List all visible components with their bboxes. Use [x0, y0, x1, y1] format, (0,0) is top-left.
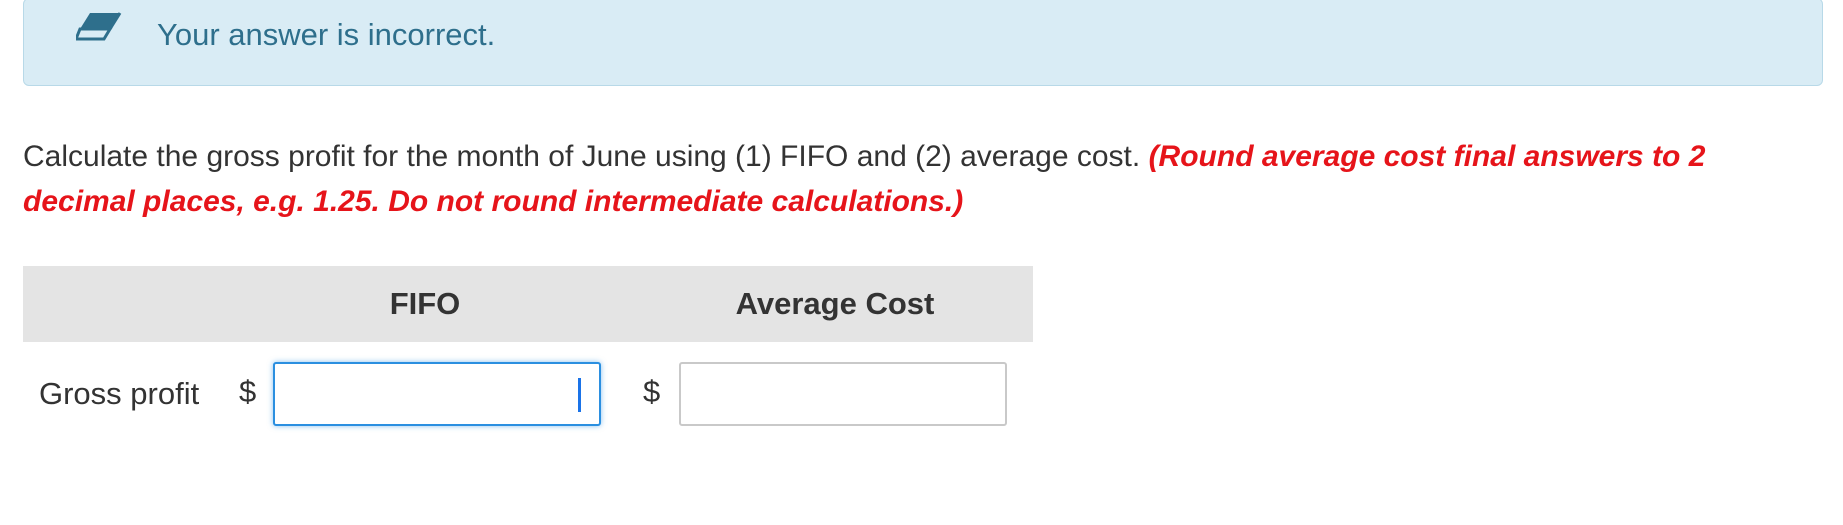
incorrect-answer-alert: Your answer is incorrect. [23, 0, 1823, 86]
gross-profit-average-cost-input[interactable] [679, 362, 1007, 426]
eraser-icon [76, 12, 122, 41]
question-prompt: Calculate the gross profit for the month… [23, 140, 1141, 173]
gross-profit-fifo-input[interactable] [273, 362, 601, 426]
currency-symbol-fifo: $ [239, 374, 257, 409]
text-cursor [578, 378, 581, 412]
column-header-average-cost: Average Cost [735, 286, 935, 321]
row-label-gross-profit: Gross profit [39, 376, 200, 411]
table-header: FIFO Average Cost [23, 266, 1033, 342]
alert-message: Your answer is incorrect. [157, 17, 496, 52]
page: Your answer is incorrect. Calculate the … [0, 0, 1843, 525]
currency-symbol-average-cost: $ [643, 374, 661, 409]
column-header-fifo: FIFO [389, 286, 461, 321]
answer-table: FIFO Average Cost Gross profit $ $ [23, 266, 1033, 426]
question-text: Calculate the gross profit for the month… [23, 134, 1813, 224]
